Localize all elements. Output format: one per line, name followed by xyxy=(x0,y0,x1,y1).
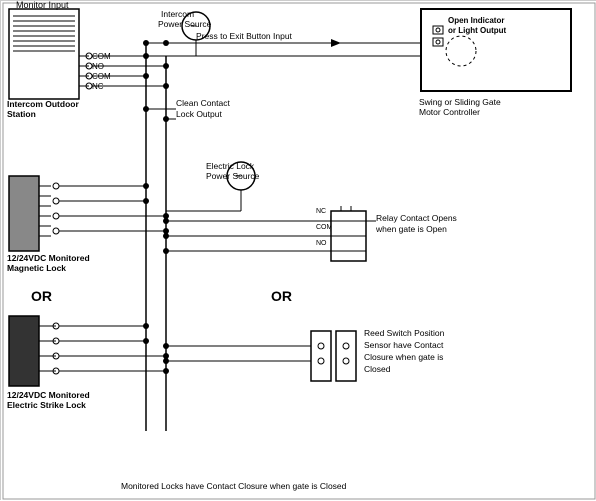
svg-text:Reed Switch Position: Reed Switch Position xyxy=(364,328,445,338)
svg-text:Intercom: Intercom xyxy=(161,9,194,19)
svg-text:or Light Output: or Light Output xyxy=(448,26,507,35)
svg-text:Power Source: Power Source xyxy=(158,19,212,29)
svg-text:12/24VDC Monitored: 12/24VDC Monitored xyxy=(7,253,90,263)
svg-text:NC: NC xyxy=(316,208,326,215)
svg-text:Lock Output: Lock Output xyxy=(176,109,222,119)
svg-text:Monitored Locks have Contact C: Monitored Locks have Contact Closure whe… xyxy=(121,481,347,491)
svg-text:NO: NO xyxy=(316,240,327,247)
svg-text:Sensor have Contact: Sensor have Contact xyxy=(364,340,444,350)
svg-text:Relay Contact Opens: Relay Contact Opens xyxy=(376,213,457,223)
svg-text:Station: Station xyxy=(7,109,36,119)
svg-text:Open Indicator: Open Indicator xyxy=(448,16,504,25)
svg-text:OR: OR xyxy=(31,288,52,304)
svg-text:Swing or Sliding Gate: Swing or Sliding Gate xyxy=(419,97,501,107)
svg-text:Clean Contact: Clean Contact xyxy=(176,98,231,108)
svg-text:Press to Exit Button Input: Press to Exit Button Input xyxy=(196,31,293,41)
svg-text:COM: COM xyxy=(316,224,333,231)
svg-text:when gate is Open: when gate is Open xyxy=(375,224,447,234)
svg-text:Intercom Outdoor: Intercom Outdoor xyxy=(7,99,79,109)
svg-text:Monitor Input: Monitor Input xyxy=(16,1,69,10)
svg-text:Power Source: Power Source xyxy=(206,171,260,181)
svg-text:Magnetic Lock: Magnetic Lock xyxy=(7,263,66,273)
svg-text:OR: OR xyxy=(271,288,292,304)
svg-text:Motor Controller: Motor Controller xyxy=(419,107,480,117)
svg-text:Closed: Closed xyxy=(364,364,391,374)
svg-text:Electric Lock: Electric Lock xyxy=(206,161,255,171)
wiring-diagram: Monitor Input COM NO COM NC Intercom Out… xyxy=(0,0,596,500)
svg-text:Closure when gate is: Closure when gate is xyxy=(364,352,443,362)
svg-text:12/24VDC Monitored: 12/24VDC Monitored xyxy=(7,390,90,400)
svg-text:Electric Strike Lock: Electric Strike Lock xyxy=(7,400,86,410)
